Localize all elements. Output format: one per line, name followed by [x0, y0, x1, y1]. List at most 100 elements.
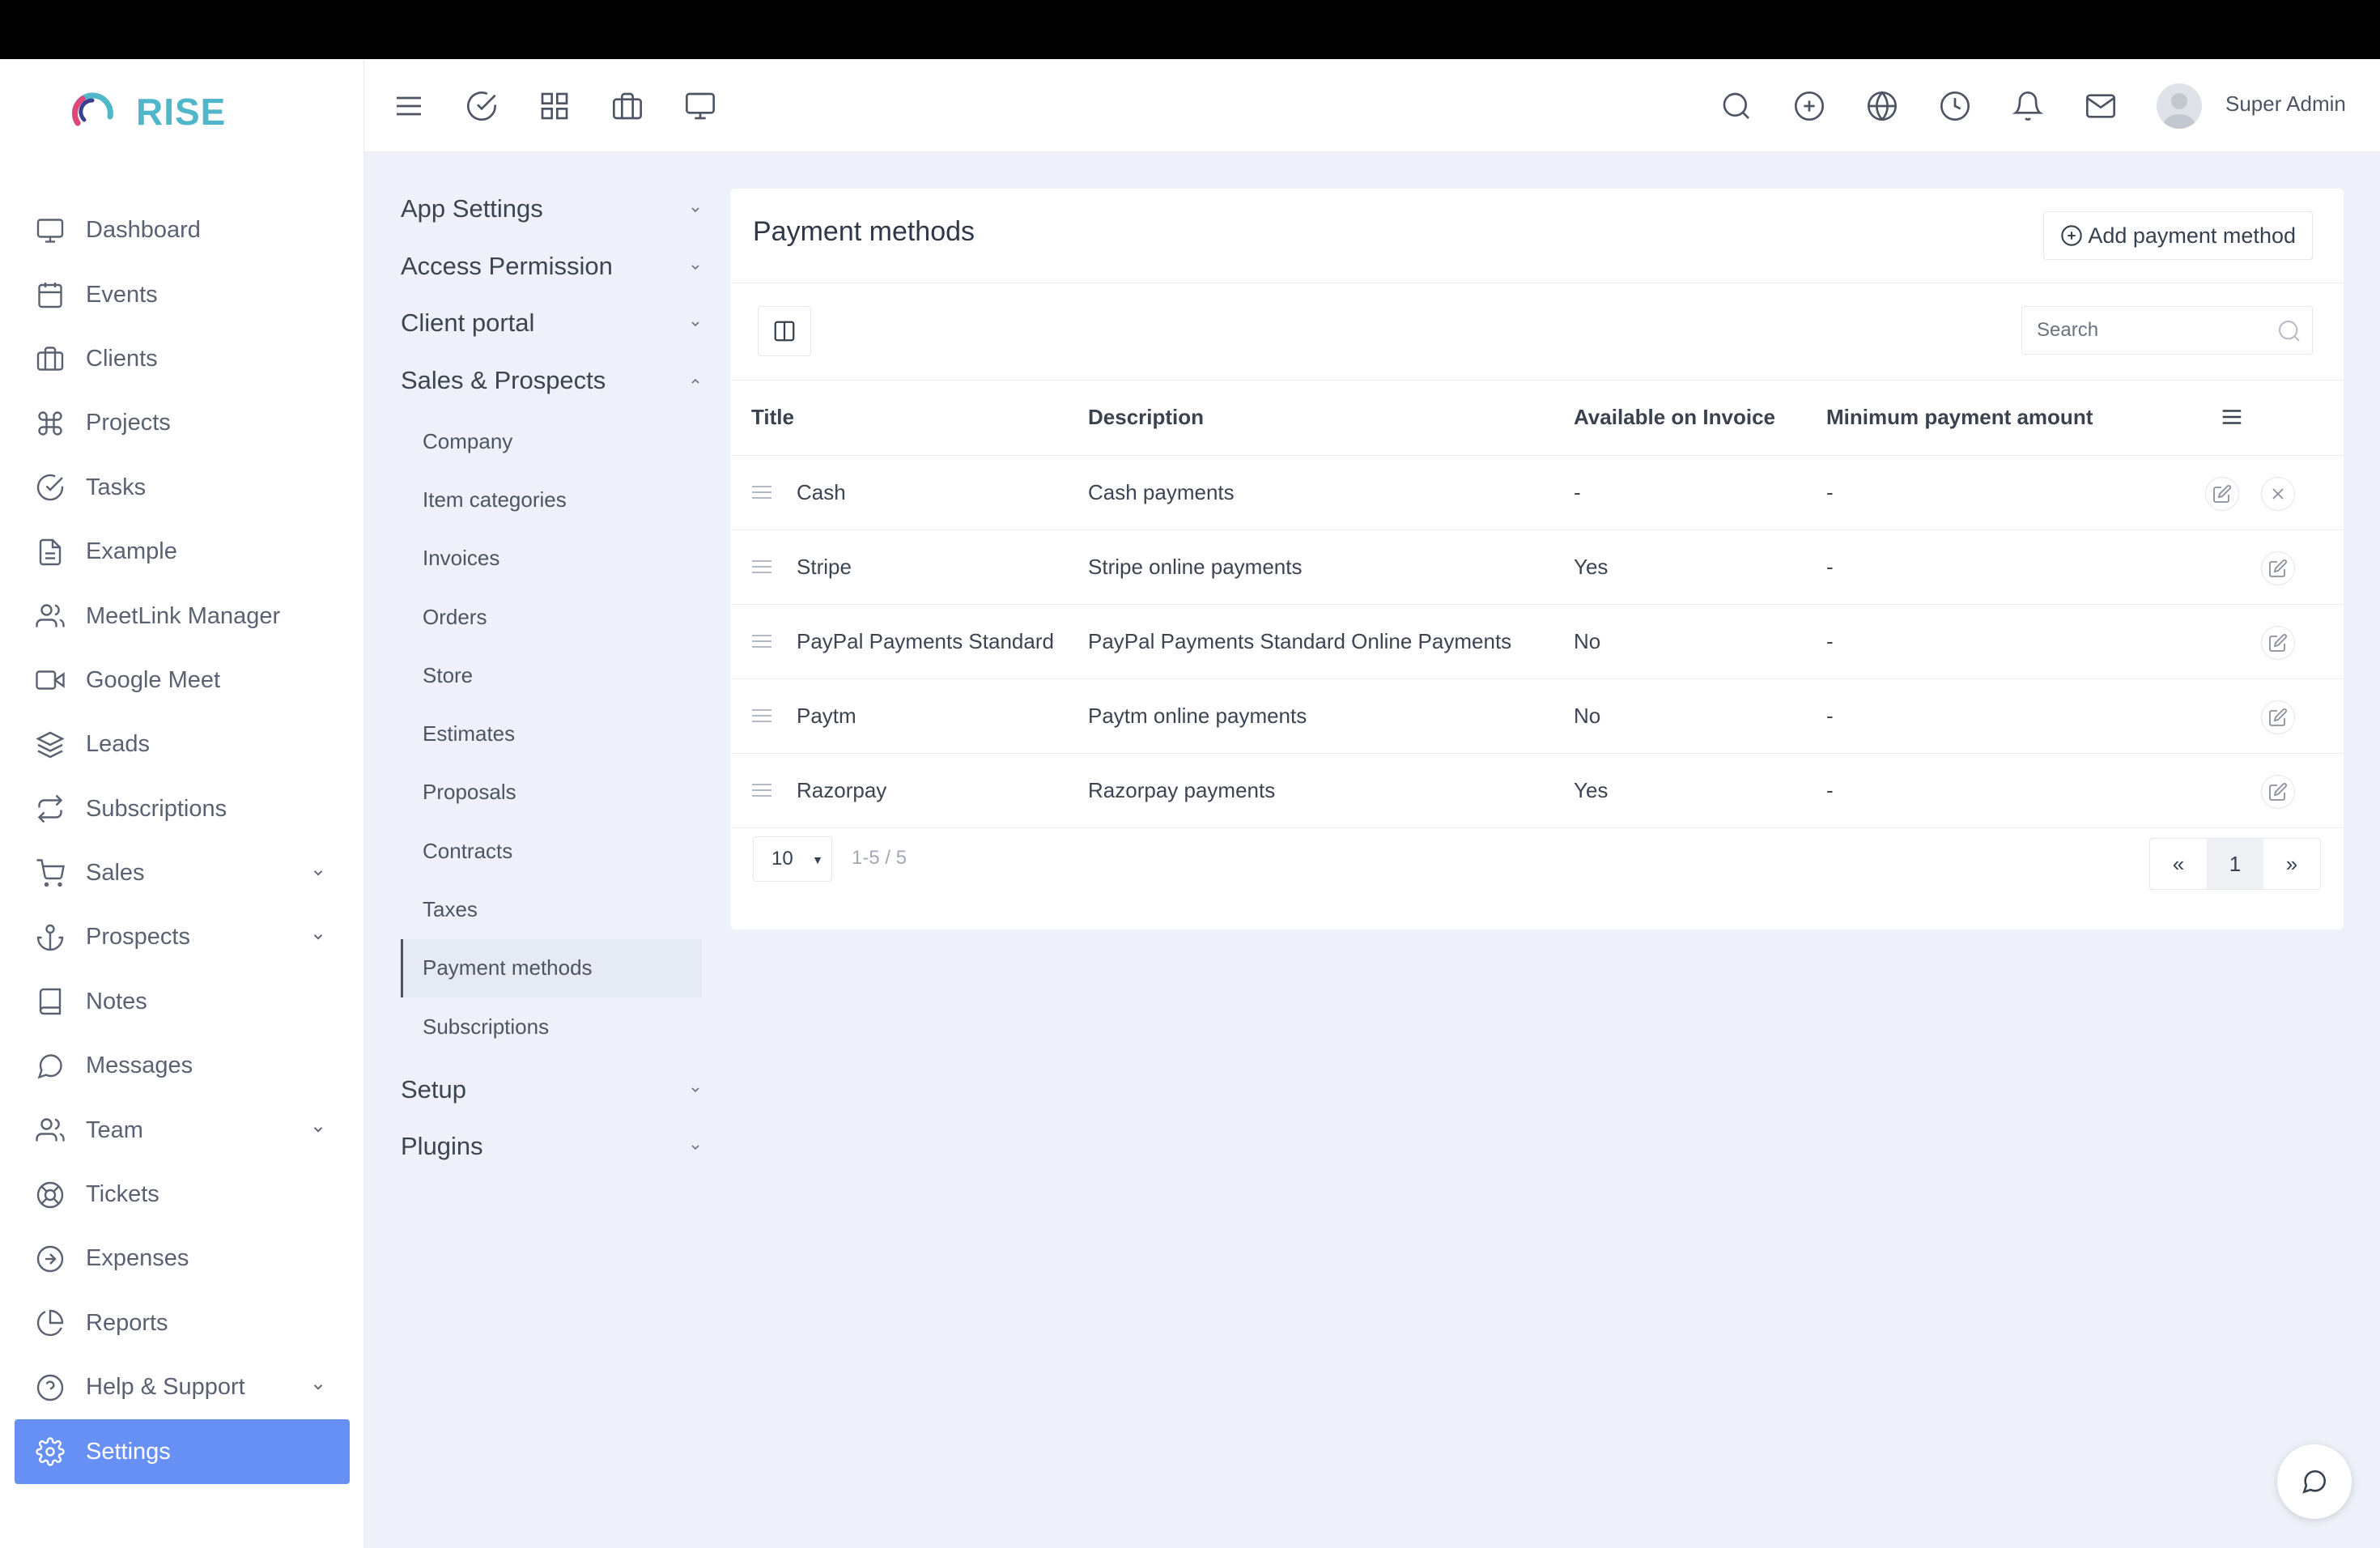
column-visibility-button[interactable]: [758, 306, 811, 356]
drag-handle-icon[interactable]: [751, 708, 772, 724]
page-size-select[interactable]: 10 ▼: [753, 836, 832, 882]
settings-item-proposals[interactable]: Proposals: [401, 763, 702, 822]
notifications-button[interactable]: [2012, 90, 2044, 122]
sidebar-item-settings[interactable]: Settings: [15, 1419, 350, 1484]
tasks-shortcut-button[interactable]: [465, 90, 498, 122]
last-page-button[interactable]: »: [2263, 839, 2320, 889]
payment-method-description: Cash payments: [1088, 455, 1574, 530]
apps-shortcut-button[interactable]: [538, 90, 571, 122]
search-button[interactable]: [1720, 90, 1753, 122]
menu-toggle-button[interactable]: [393, 90, 425, 122]
first-page-button[interactable]: «: [2150, 839, 2207, 889]
sidebar-item-events[interactable]: Events: [15, 262, 350, 326]
add-payment-method-button[interactable]: Add payment method: [2043, 211, 2313, 260]
dashboard-shortcut-button[interactable]: [684, 90, 716, 122]
grid-icon: [541, 92, 568, 120]
chevron-down-icon: [313, 934, 323, 940]
settings-item-payment-methods[interactable]: Payment methods: [401, 938, 702, 997]
sidebar-item-prospects[interactable]: Prospects: [15, 905, 350, 969]
close-icon: [2272, 487, 2284, 500]
delete-button[interactable]: [2261, 476, 2295, 511]
chevron-down-icon: [313, 870, 323, 876]
settings-item-orders[interactable]: Orders: [401, 588, 702, 646]
edit-button[interactable]: [2261, 700, 2295, 734]
sidebar-item-label: Example: [86, 538, 177, 565]
drag-handle-icon[interactable]: [751, 782, 772, 798]
sidebar-item-subscriptions[interactable]: Subscriptions: [15, 777, 350, 841]
clients-shortcut-button[interactable]: [611, 90, 644, 122]
column-header-available-on-invoice[interactable]: Available on Invoice: [1574, 381, 1826, 456]
edit-button[interactable]: [2261, 774, 2295, 809]
sidebar-item-label: Events: [86, 281, 158, 308]
settings-item-contracts[interactable]: Contracts: [401, 822, 702, 880]
sidebar-item-team[interactable]: Team: [15, 1098, 350, 1162]
edit-button[interactable]: [2261, 625, 2295, 660]
sidebar-item-google-meet[interactable]: Google Meet: [15, 649, 350, 712]
sidebar-item-projects[interactable]: Projects: [15, 391, 350, 455]
table-row: Cash Cash payments - -: [730, 455, 2344, 530]
settings-item-item-categories[interactable]: Item categories: [401, 470, 702, 529]
sidebar-item-leads[interactable]: Leads: [15, 712, 350, 776]
menu-icon: [2222, 410, 2242, 424]
sidebar-item-clients[interactable]: Clients: [15, 327, 350, 391]
user-name[interactable]: Super Admin: [2225, 91, 2346, 117]
avatar[interactable]: [2157, 83, 2202, 129]
sidebar-item-example[interactable]: Example: [15, 520, 350, 584]
drag-handle-icon[interactable]: [751, 484, 772, 500]
sidebar-item-tickets[interactable]: Tickets: [15, 1163, 350, 1227]
settings-item-taxes[interactable]: Taxes: [401, 880, 702, 938]
sidebar-item-messages[interactable]: Messages: [15, 1034, 350, 1098]
column-header-description[interactable]: Description: [1088, 381, 1574, 456]
language-button[interactable]: [1866, 90, 1898, 122]
sidebar-item-tasks[interactable]: Tasks: [15, 456, 350, 520]
plus-circle-icon: [1795, 91, 1824, 121]
sidebar-item-label: Notes: [86, 988, 147, 1014]
edit-button[interactable]: [2261, 551, 2295, 585]
settings-group-sales-prospects[interactable]: Sales & Prospects: [401, 352, 702, 410]
settings-group-plugins[interactable]: Plugins: [401, 1118, 702, 1176]
settings-item-subscriptions[interactable]: Subscriptions: [401, 997, 702, 1056]
globe-icon: [1868, 91, 1897, 121]
anchor-icon: [36, 924, 64, 951]
table-row: Razorpay Razorpay payments Yes -: [730, 753, 2344, 828]
drag-handle-icon[interactable]: [751, 559, 772, 575]
sidebar-item-notes[interactable]: Notes: [15, 970, 350, 1034]
settings-group-app-settings[interactable]: App Settings: [401, 181, 702, 238]
arrow-right-circle-icon: [36, 1245, 64, 1273]
command-icon: [38, 411, 62, 436]
sidebar-item-label: Tasks: [86, 474, 147, 500]
settings-group-setup[interactable]: Setup: [401, 1061, 702, 1118]
chevron-down-icon: [313, 1127, 323, 1133]
timer-button[interactable]: [1939, 90, 1971, 122]
payment-methods-table: Title Description Available on Invoice M…: [730, 381, 2344, 828]
logo[interactable]: RISE: [68, 83, 226, 140]
sidebar-item-sales[interactable]: Sales: [15, 841, 350, 905]
sidebar-item-reports[interactable]: Reports: [15, 1291, 350, 1355]
settings-item-label: Subscriptions: [423, 1014, 550, 1039]
settings-group-client-portal[interactable]: Client portal: [401, 295, 702, 352]
settings-group-access-permission[interactable]: Access Permission: [401, 238, 702, 296]
settings-item-estimates[interactable]: Estimates: [401, 704, 702, 763]
table-row: Stripe Stripe online payments Yes -: [730, 529, 2344, 605]
column-header-title[interactable]: Title: [730, 381, 1088, 456]
sidebar-item-help-support[interactable]: Help & Support: [15, 1355, 350, 1419]
search-input[interactable]: [2022, 307, 2312, 354]
page-number-button[interactable]: 1: [2207, 839, 2263, 889]
chat-button[interactable]: [2277, 1444, 2352, 1519]
settings-item-invoices[interactable]: Invoices: [401, 529, 702, 588]
payment-method-title: Paytm: [797, 703, 856, 728]
drag-handle-icon[interactable]: [751, 633, 772, 649]
app: RISE Dashboard Events Clients Projects T…: [0, 59, 2380, 1548]
settings-item-company[interactable]: Company: [401, 412, 702, 470]
settings-item-store[interactable]: Store: [401, 646, 702, 704]
sidebar-item-label: Leads: [86, 731, 151, 758]
settings-item-label: Item categories: [423, 487, 567, 512]
edit-button[interactable]: [2205, 476, 2239, 511]
messages-button[interactable]: [2085, 90, 2117, 122]
quick-add-button[interactable]: [1793, 90, 1825, 122]
sidebar-item-dashboard[interactable]: Dashboard: [15, 198, 350, 262]
column-header-minimum-payment-amount[interactable]: Minimum payment amount: [1826, 381, 2182, 456]
sidebar-item-expenses[interactable]: Expenses: [15, 1227, 350, 1291]
sidebar-item-meetlink-manager[interactable]: MeetLink Manager: [15, 584, 350, 648]
search-field[interactable]: [2021, 306, 2313, 355]
